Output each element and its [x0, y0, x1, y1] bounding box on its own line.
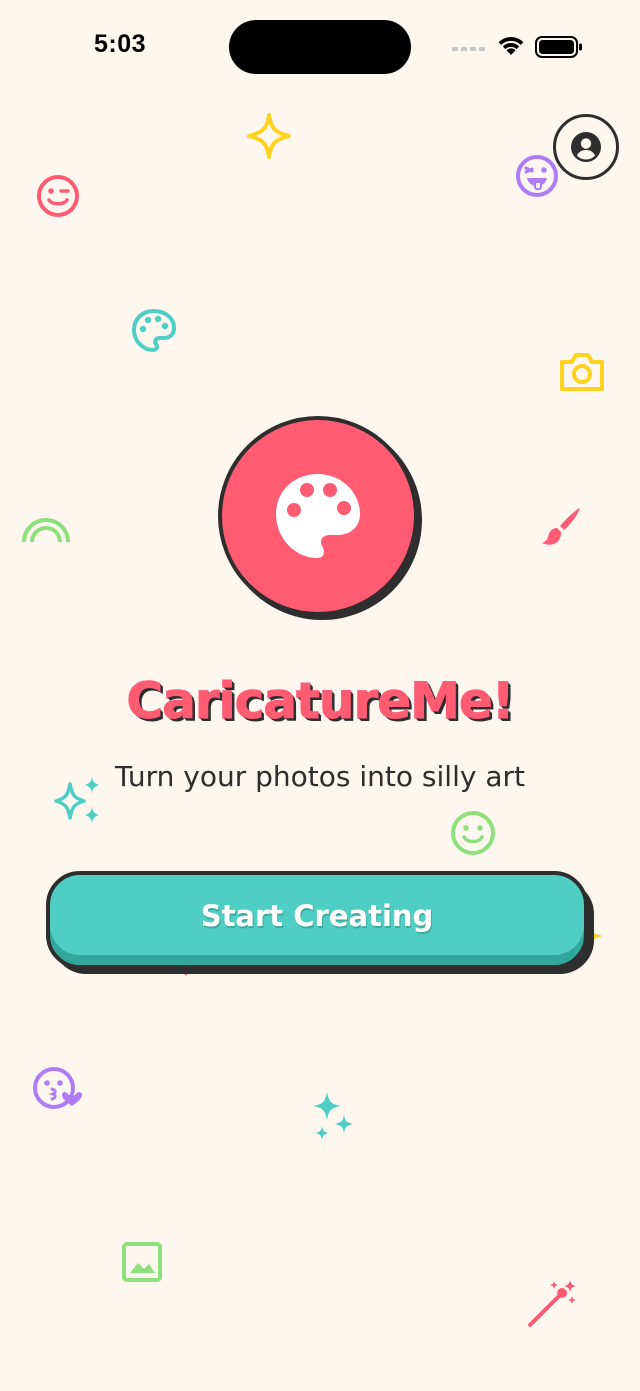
- camera-icon: [560, 353, 604, 391]
- app-subtitle: Turn your photos into silly art: [115, 760, 525, 793]
- dynamic-island: [229, 20, 411, 74]
- sparkle-icon: [247, 113, 291, 159]
- magic-wand-icon: [528, 1280, 576, 1327]
- account-circle-icon: [571, 132, 601, 162]
- welcome-screen: 5:03 CaricatureMe! Turn your photos into…: [0, 0, 640, 1391]
- battery-icon: [535, 36, 582, 58]
- app-logo: [218, 416, 418, 616]
- profile-button[interactable]: [553, 114, 619, 180]
- tongue-face-icon: [516, 155, 558, 197]
- rainbow-icon: [22, 518, 70, 543]
- wink-face-icon: [37, 175, 79, 217]
- kiss-face-icon: [33, 1067, 82, 1109]
- cellular-signal-icon: [452, 47, 485, 51]
- sparkles-icon: [313, 1092, 353, 1140]
- status-time: 5:03: [94, 30, 147, 58]
- palette-icon: [276, 474, 360, 558]
- wifi-icon: [498, 37, 524, 55]
- start-creating-label: Start Creating: [200, 899, 434, 933]
- image-icon: [122, 1242, 162, 1282]
- paintbrush-icon: [542, 508, 580, 545]
- start-creating-button[interactable]: Start Creating: [46, 871, 588, 969]
- smile-face-icon: [451, 811, 495, 855]
- palette-icon: [132, 309, 176, 352]
- app-title: CaricatureMe!: [126, 672, 515, 731]
